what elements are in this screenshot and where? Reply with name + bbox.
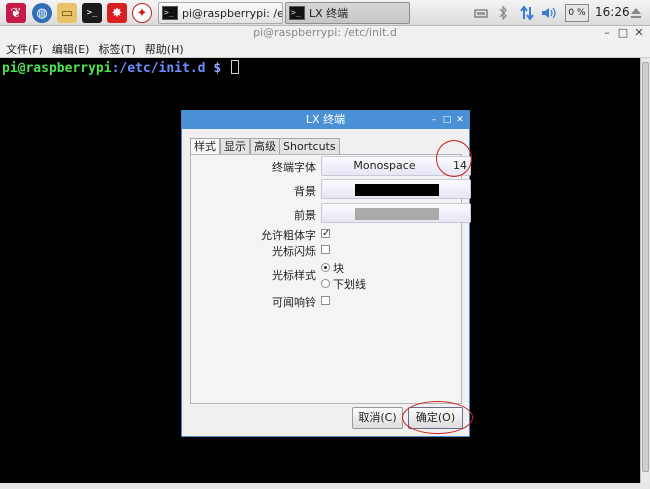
menu-edit[interactable]: 编辑(E) (52, 41, 90, 57)
menu-tabs[interactable]: 标签(T) (98, 41, 135, 57)
background-color-swatch (355, 184, 439, 196)
tab-shortcuts[interactable]: Shortcuts (279, 138, 340, 154)
scrollbar-thumb[interactable] (642, 62, 649, 472)
volume-icon[interactable] (541, 4, 559, 22)
file-manager-icon[interactable]: ▭ (57, 3, 77, 23)
bell-label: 可闻响铃 (272, 296, 316, 309)
dialog-close-icon[interactable]: ✕ (455, 111, 465, 129)
bold-checkbox[interactable]: ✓ (321, 229, 330, 239)
cursor-block-label: 块 (333, 262, 344, 275)
close-icon[interactable]: ✕ (633, 26, 645, 40)
terminal-title-bar: pi@raspberrypi: /etc/init.d – □ ✕ (0, 26, 650, 40)
bell-checkbox[interactable] (321, 296, 330, 305)
cursor-underline-label: 下划线 (333, 278, 366, 291)
shell-prompt: pi@raspberrypi:/etc/init.d $ (2, 60, 239, 76)
minimize-icon[interactable]: – (601, 26, 613, 40)
style-tab-panel: 终端字体 Monospace 14 背景 前景 允许粗体字 ✓ 光标闪烁 光标样… (190, 154, 471, 404)
prompt-user: pi@raspberrypi (2, 61, 112, 76)
menu-help[interactable]: 帮助(H) (145, 41, 184, 57)
raspberry-menu-icon[interactable]: ❦ (6, 3, 26, 23)
network-icon[interactable] (472, 4, 490, 22)
foreground-label: 前景 (294, 209, 316, 222)
bold-label: 允许粗体字 (261, 229, 316, 242)
terminal-window-title: pi@raspberrypi: /etc/init.d (253, 26, 397, 39)
task-button-lx-terminal[interactable]: >_ LX 终端 (285, 2, 410, 24)
background-label: 背景 (294, 185, 316, 198)
cursor-underline-radio[interactable] (321, 279, 330, 288)
tab-style[interactable]: 样式 (190, 138, 220, 155)
math-app-icon[interactable]: ✸ (107, 3, 127, 23)
text-cursor (230, 60, 239, 74)
cpu-meter[interactable]: 0 % (565, 4, 589, 22)
cancel-button[interactable]: 取消(C) (352, 407, 403, 429)
blink-label: 光标闪烁 (272, 245, 316, 258)
terminal-launcher-icon[interactable]: >_ (82, 3, 102, 23)
dialog-maximize-icon[interactable]: □ (442, 111, 452, 129)
background-color-button[interactable] (321, 179, 471, 199)
eject-icon[interactable] (628, 4, 644, 22)
terminal-menubar: 文件(F) 编辑(E) 标签(T) 帮助(H) (0, 40, 650, 58)
desktop-bottom-edge (0, 483, 650, 489)
blink-checkbox[interactable] (321, 245, 330, 254)
menu-file[interactable]: 文件(F) (6, 41, 43, 57)
foreground-color-button[interactable] (321, 203, 471, 223)
dialog-minimize-icon[interactable]: – (429, 111, 439, 129)
foreground-color-swatch (355, 208, 439, 220)
dialog-title: LX 终端 (182, 111, 469, 129)
cursor-style-label: 光标样式 (272, 269, 316, 282)
task-label: LX 终端 (309, 7, 349, 20)
prompt-path: :/etc/init.d (111, 61, 206, 76)
bluetooth-icon[interactable] (496, 4, 510, 22)
task-label: pi@raspberrypi: /etc/... (182, 6, 283, 20)
wolfram-icon[interactable]: ✦ (132, 3, 152, 23)
terminal-scrollbar[interactable] (640, 58, 650, 483)
transfer-icon[interactable] (518, 4, 536, 22)
cursor-block-radio[interactable] (321, 263, 330, 272)
font-name: Monospace (353, 159, 416, 172)
desktop: ❦ ◍ ▭ >_ ✸ ✦ >_ pi@raspberrypi: /etc/...… (0, 0, 650, 489)
task-button-terminal-1[interactable]: >_ pi@raspberrypi: /etc/... (158, 2, 283, 24)
web-browser-icon[interactable]: ◍ (32, 3, 52, 23)
prompt-symbol: $ (205, 61, 229, 76)
terminal-task-icon: >_ (289, 6, 305, 20)
tab-advanced[interactable]: 高级 (250, 138, 280, 154)
maximize-icon[interactable]: □ (617, 26, 629, 40)
preferences-dialog: LX 终端 – □ ✕ 样式 显示 高级 Shortcuts 终端字体 Mono… (181, 110, 471, 437)
font-label: 终端字体 (272, 161, 316, 174)
tab-display[interactable]: 显示 (220, 138, 250, 154)
terminal-task-icon: >_ (162, 6, 178, 20)
annotation-circle-ok-button (402, 401, 473, 434)
annotation-circle-font-size (436, 140, 472, 177)
clock[interactable]: 16:26 (595, 5, 630, 19)
taskbar: ❦ ◍ ▭ >_ ✸ ✦ >_ pi@raspberrypi: /etc/...… (0, 0, 650, 26)
